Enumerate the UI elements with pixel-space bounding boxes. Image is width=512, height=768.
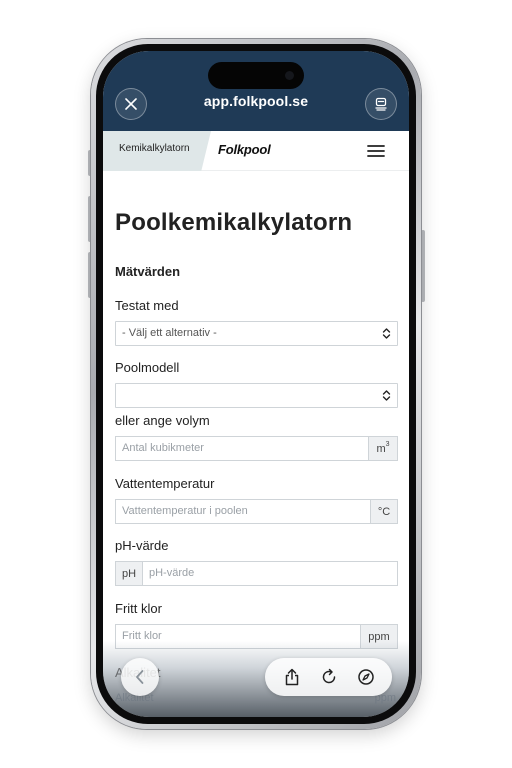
temperature-label: Vattentemperatur — [115, 476, 215, 491]
select-arrows-icon — [382, 328, 391, 339]
tested-with-select[interactable]: - Välj ett alternativ - — [115, 321, 398, 346]
reader-mode-button[interactable] — [365, 88, 397, 120]
phone-screen: app.folkpool.se Kemikalkylatorn Folkpool — [103, 51, 409, 717]
brand-logo[interactable]: Folkpool — [218, 142, 271, 157]
section-title: Mätvärden — [115, 264, 181, 279]
breadcrumb[interactable]: Kemikalkylatorn — [103, 131, 211, 171]
menu-button[interactable] — [363, 137, 389, 165]
temperature-unit: °C — [371, 499, 398, 524]
ph-input-group: pH pH-värde — [115, 561, 398, 586]
temperature-input-group: Vattentemperatur i poolen °C — [115, 499, 398, 524]
volume-label: eller ange volym — [115, 413, 210, 428]
page-title: Poolkemikalkylatorn — [115, 209, 353, 236]
tested-with-label: Testat med — [115, 298, 179, 313]
volume-input-group: Antal kubikmeter m3 — [115, 436, 398, 461]
compass-icon — [357, 669, 374, 685]
browser-toolbar: app.folkpool.se — [103, 51, 409, 131]
temperature-input[interactable]: Vattentemperatur i poolen — [115, 499, 371, 524]
reload-button[interactable] — [315, 663, 343, 691]
ph-input[interactable]: pH-värde — [142, 561, 398, 586]
dynamic-island — [208, 62, 304, 89]
close-icon — [125, 98, 137, 110]
hamburger-menu-icon — [367, 145, 385, 157]
screenshot-stage: app.folkpool.se Kemikalkylatorn Folkpool — [0, 0, 512, 768]
site-header: Kemikalkylatorn Folkpool — [103, 131, 409, 171]
close-button[interactable] — [115, 88, 147, 120]
tested-with-value: - Välj ett alternativ - — [122, 327, 217, 339]
ph-prefix: pH — [115, 561, 142, 586]
url-address[interactable]: app.folkpool.se — [173, 93, 339, 109]
pool-model-select[interactable] — [115, 383, 398, 408]
select-arrows-icon — [382, 390, 391, 401]
volume-unit-base: m — [376, 442, 386, 455]
breadcrumb-label: Kemikalkylatorn — [119, 143, 190, 154]
bottom-toolbar — [265, 658, 392, 696]
reader-mode-icon — [375, 97, 387, 111]
main-content: Poolkemikalkylatorn Mätvärden Testat med… — [103, 171, 409, 717]
back-button[interactable] — [121, 658, 159, 696]
volume-unit: m3 — [369, 436, 398, 461]
power-button — [421, 230, 425, 302]
pool-model-label: Poolmodell — [115, 360, 180, 375]
share-button[interactable] — [278, 663, 306, 691]
chevron-left-icon — [136, 670, 144, 684]
ph-label: pH-värde — [115, 538, 169, 553]
compass-button[interactable] — [352, 663, 380, 691]
free-chlorine-label: Fritt klor — [115, 601, 162, 616]
reload-icon — [322, 668, 335, 684]
share-icon — [285, 668, 298, 686]
volume-input[interactable]: Antal kubikmeter — [115, 436, 369, 461]
